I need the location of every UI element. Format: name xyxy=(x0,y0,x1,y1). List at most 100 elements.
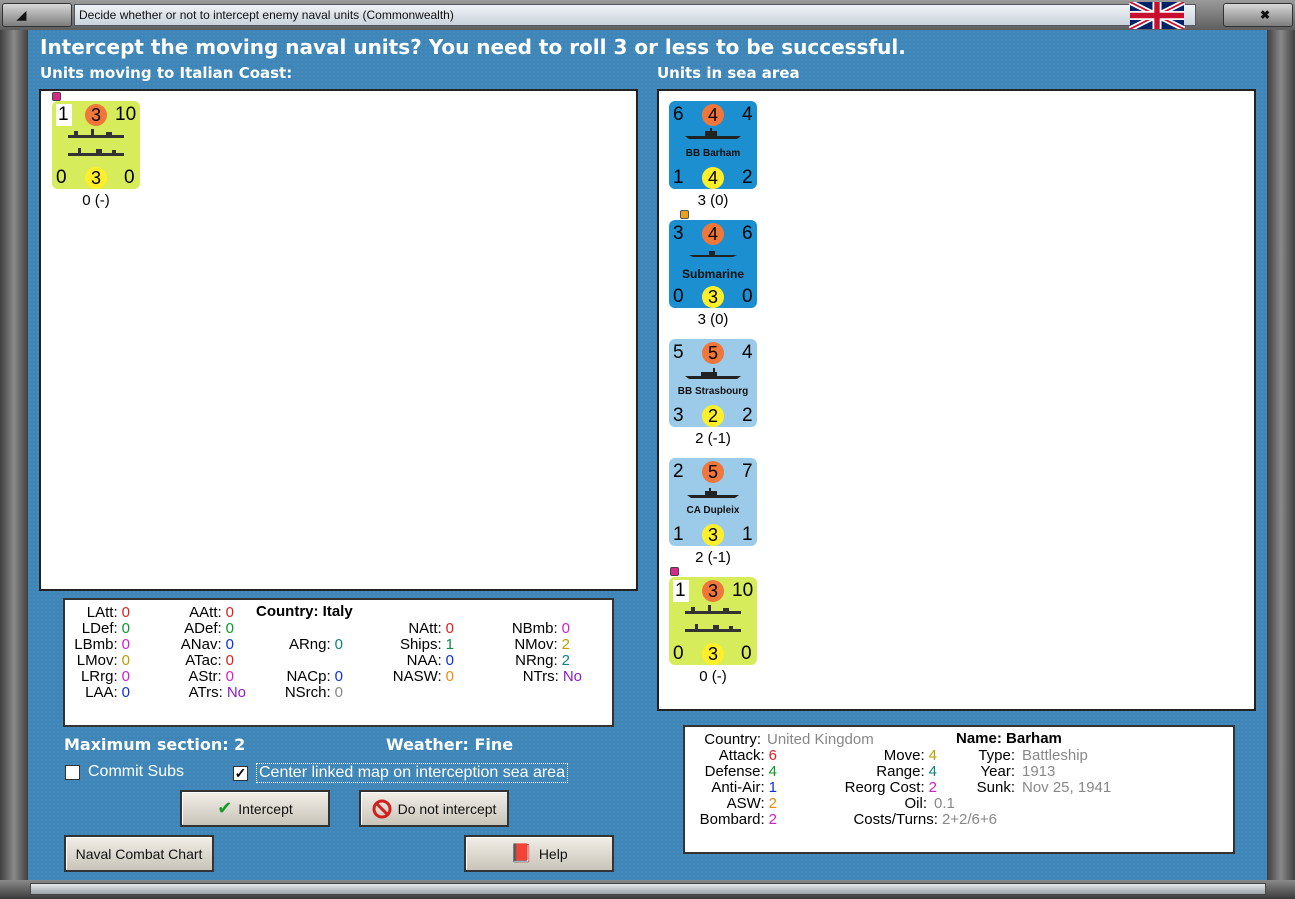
stat-arng: ARng: 0 xyxy=(288,636,343,653)
unit-strength: 4 xyxy=(702,167,724,189)
max-section-label: Maximum section: 2 xyxy=(64,735,246,754)
window-title: Decide whether or not to intercept enemy… xyxy=(79,8,454,22)
submarine-silhouette-icon xyxy=(689,251,737,257)
unit-counter[interactable]: 5 5 4 BB Strasbourg 3 2 2 xyxy=(669,339,757,427)
detail-oil-label: Oil: xyxy=(904,795,928,812)
unit-counter[interactable]: 6 4 4 BB Barham 1 4 2 xyxy=(669,101,757,189)
intercept-dialog: Intercept the moving naval units? You ne… xyxy=(28,30,1267,880)
unit-value: 1 xyxy=(742,524,753,545)
unit-strength: 3 xyxy=(702,286,724,308)
right-section-label: Units in sea area xyxy=(657,64,800,82)
stat-astr: AStr: 0 xyxy=(188,668,234,685)
unit-range: 10 xyxy=(732,580,754,601)
detail-defense: Defense: 4 xyxy=(704,763,777,780)
unit-attack: 3 xyxy=(85,104,107,126)
unit-caption: 3 (0) xyxy=(697,192,729,209)
unit-move: 3 xyxy=(673,223,684,244)
detail-name: Name: Barham xyxy=(956,730,1062,747)
carrier-silhouette-icon xyxy=(685,624,741,632)
intercept-button[interactable]: ✔ Intercept xyxy=(180,790,330,827)
unit-strength: 3 xyxy=(702,643,724,665)
stat-lrrg: LRrg: 0 xyxy=(80,668,130,685)
detail-country-value: United Kingdom xyxy=(767,731,874,748)
unit-counter[interactable]: 1 3 10 0 3 0 xyxy=(669,577,757,665)
stat-naa: NAA: 0 xyxy=(406,652,454,669)
unit-attack: 4 xyxy=(702,104,724,126)
checkbox-unchecked-icon xyxy=(65,764,80,780)
unit-attack: 3 xyxy=(702,580,724,602)
unit-strength: 2 xyxy=(702,405,724,427)
unit-range: 6 xyxy=(742,223,753,244)
carrier-silhouette-icon xyxy=(685,605,741,614)
stat-laa: LAA: 0 xyxy=(85,684,130,701)
stat-aatt: AAtt: 0 xyxy=(189,604,234,621)
unit-attack: 4 xyxy=(702,223,724,245)
unit-name: BB Strasbourg xyxy=(677,386,749,397)
stat-country: Country: Italy xyxy=(256,603,353,620)
frame-right xyxy=(1267,30,1295,880)
unit-counter[interactable]: 3 4 6 Submarine 0 3 0 xyxy=(669,220,757,308)
frame-left xyxy=(0,30,28,880)
unit-counter[interactable]: 1 3 10 0 3 0 xyxy=(52,101,140,189)
close-icon: ✖ xyxy=(1260,8,1271,22)
sea-area-units-list[interactable]: 6 4 4 BB Barham 1 4 2 3 (0) 3 4 6 Submar… xyxy=(657,89,1256,711)
do-not-intercept-button[interactable]: Do not intercept xyxy=(359,790,509,827)
stat-ntrs: NTrs: No xyxy=(522,668,582,685)
unit-value: 0 xyxy=(124,167,135,188)
detail-type-label: Type: xyxy=(978,747,1015,764)
system-menu-button[interactable]: ◢ xyxy=(2,3,72,27)
detail-bombard: Bombard: 2 xyxy=(699,811,777,828)
unit-range: 4 xyxy=(742,104,753,125)
moving-units-list[interactable]: 1 3 10 0 3 0 0 (-) xyxy=(39,89,638,591)
detail-oil-value: 0.1 xyxy=(934,795,955,812)
detail-sunk-value: Nov 25, 1941 xyxy=(1022,779,1112,796)
prohibited-icon xyxy=(372,799,392,818)
naval-combat-chart-button[interactable]: Naval Combat Chart xyxy=(64,835,214,872)
detail-range: Range: 4 xyxy=(876,763,937,780)
unit-marker-icon xyxy=(680,210,689,219)
detail-reorg: Reorg Cost: 2 xyxy=(844,779,937,796)
stat-lbmb: LBmb: 0 xyxy=(74,636,130,653)
unit-details-panel: Country: United Kingdom Attack: 6 Defense… xyxy=(683,725,1235,854)
unit-name: Submarine xyxy=(681,267,744,281)
detail-move: Move: 4 xyxy=(883,747,937,764)
stat-latt: LAtt: 0 xyxy=(86,604,130,621)
weather-label: Weather: Fine xyxy=(386,735,514,754)
unit-counter[interactable]: 2 5 7 CA Dupleix 1 3 1 xyxy=(669,458,757,546)
left-section-label: Units moving to Italian Coast: xyxy=(40,64,293,82)
commit-subs-checkbox[interactable]: Commit Subs xyxy=(65,763,184,781)
checkmark-icon: ✔ xyxy=(217,798,233,818)
center-map-checkbox[interactable]: ✓ Center linked map on interception sea … xyxy=(233,763,568,783)
stat-nmov: NMov: 2 xyxy=(514,636,570,653)
intercept-label: Intercept xyxy=(238,800,293,817)
stat-ldef: LDef: 0 xyxy=(81,620,130,637)
stat-nrng: NRng: 2 xyxy=(515,652,570,669)
close-button[interactable]: ✖ xyxy=(1223,3,1293,27)
status-strip xyxy=(30,883,1266,895)
do-not-intercept-label: Do not intercept xyxy=(397,800,497,817)
unit-marker-icon xyxy=(670,567,679,576)
commit-subs-label: Commit Subs xyxy=(88,763,185,780)
stat-natt: NAtt: 0 xyxy=(408,620,454,637)
unit-defense: 0 xyxy=(56,167,67,188)
unit-name: BB Barham xyxy=(685,148,741,159)
unit-defense: 3 xyxy=(673,405,684,426)
carrier-silhouette-icon xyxy=(68,129,124,138)
battleship-silhouette-icon xyxy=(685,368,741,379)
unit-range: 7 xyxy=(742,461,753,482)
unit-move: 5 xyxy=(673,342,684,363)
unit-move: 1 xyxy=(58,104,69,125)
naval-combat-chart-label: Naval Combat Chart xyxy=(75,845,203,862)
unit-caption: 0 (-) xyxy=(82,192,110,209)
unit-marker-icon xyxy=(52,92,61,101)
unit-value: 0 xyxy=(741,643,752,664)
detail-attack: Attack: 6 xyxy=(718,747,777,764)
title-strip: Decide whether or not to intercept enemy… xyxy=(74,4,1196,26)
cruiser-silhouette-icon xyxy=(687,488,739,498)
stat-nsrch: NSrch: 0 xyxy=(284,684,343,701)
help-button[interactable]: 📕 Help xyxy=(464,835,614,872)
minimize-icon: ◢ xyxy=(17,8,27,22)
center-map-label: Center linked map on interception sea ar… xyxy=(256,763,568,783)
carrier-silhouette-icon xyxy=(68,148,124,156)
unit-attack: 5 xyxy=(702,461,724,483)
